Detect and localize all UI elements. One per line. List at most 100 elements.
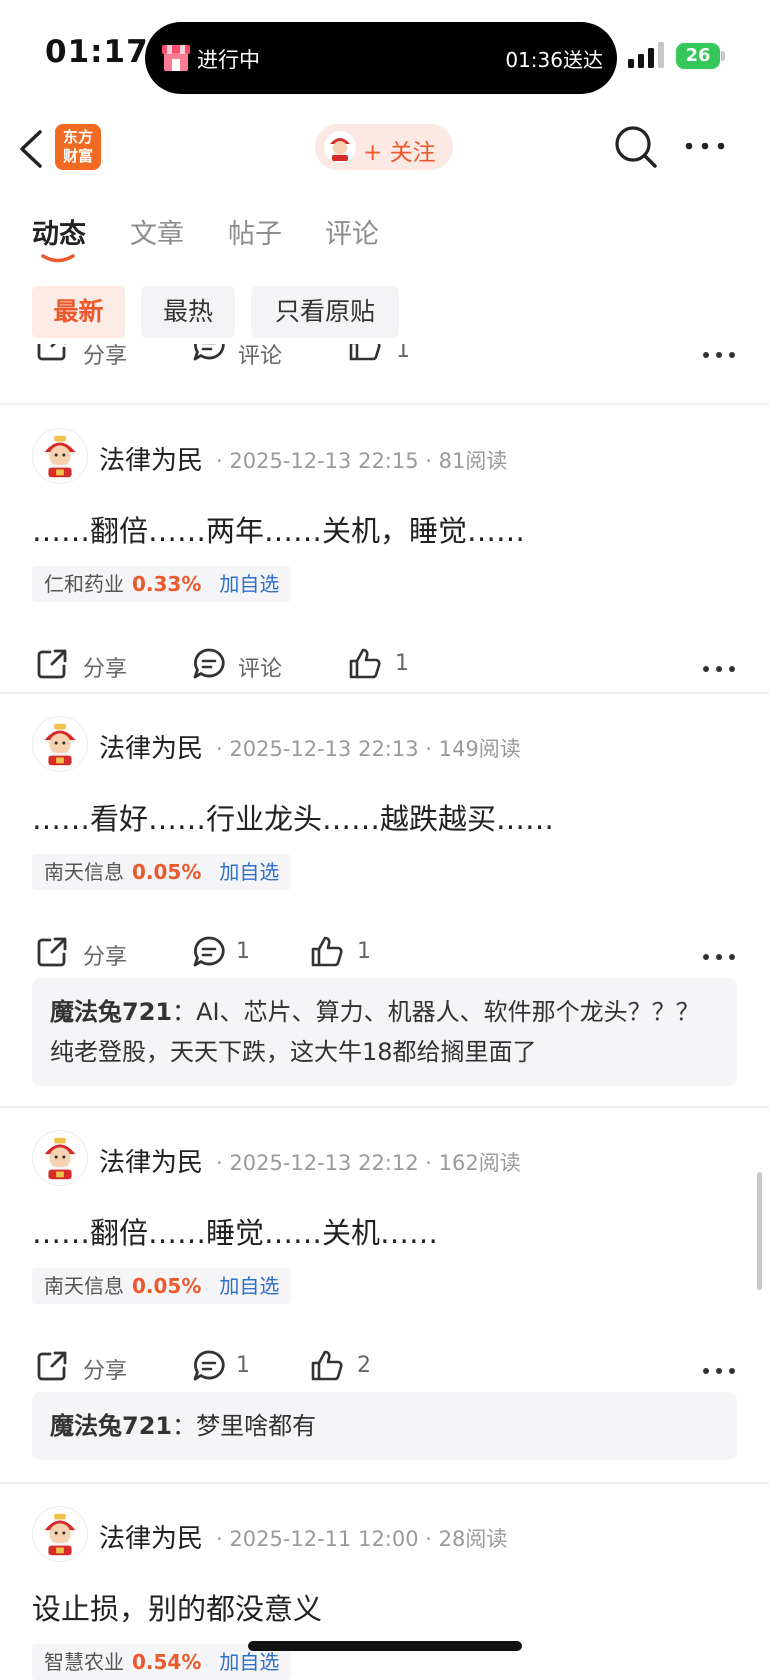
comment-icon[interactable] xyxy=(191,646,227,682)
stock-name: 仁和药业 xyxy=(44,572,124,596)
reply-preview[interactable]: 魔法兔721：AI、芯片、算力、机器人、软件那个龙头？？？ 纯老登股，天天下跌，… xyxy=(32,978,737,1086)
comment-label[interactable]: 评论 xyxy=(238,651,282,683)
stock-change: 0.54% xyxy=(132,1650,202,1674)
battery-indicator: 26 xyxy=(676,43,720,69)
comment-label[interactable]: 1 xyxy=(236,939,250,964)
filter-original-only[interactable]: 只看原贴 xyxy=(251,286,399,338)
meta-separator: · xyxy=(418,737,439,761)
battery-tip xyxy=(721,51,725,61)
post-username[interactable]: 法律为民 xyxy=(99,728,203,765)
like-count: 1 xyxy=(396,344,410,363)
share-label: 分享 xyxy=(83,344,128,369)
signal-icon xyxy=(628,42,664,68)
avatar[interactable] xyxy=(32,1506,88,1562)
add-watchlist-button[interactable]: 加自选 xyxy=(219,1274,279,1298)
post-content[interactable]: ……看好……行业龙头……越跌越买…… xyxy=(32,796,554,838)
comment-label[interactable]: 1 xyxy=(236,1353,250,1378)
like-icon[interactable] xyxy=(309,934,345,970)
post-reads: 28阅读 xyxy=(438,1527,508,1551)
reply-text: 梦里啥都有 xyxy=(196,1412,317,1440)
back-icon[interactable] xyxy=(16,128,46,170)
more-icon[interactable] xyxy=(702,659,736,672)
search-icon[interactable] xyxy=(613,124,659,170)
stock-change: 0.05% xyxy=(132,860,202,884)
tab-posts[interactable]: 帖子 xyxy=(228,212,282,251)
follow-label: + 关注 xyxy=(363,140,436,166)
like-count: 1 xyxy=(357,939,371,964)
share-label[interactable]: 分享 xyxy=(83,651,127,683)
add-watchlist-button[interactable]: 加自选 xyxy=(219,860,279,884)
eta-label: 01:36送达 xyxy=(505,48,603,72)
meta-separator: · xyxy=(418,1527,439,1551)
post-content[interactable]: ……翻倍……睡觉……关机…… xyxy=(32,1210,438,1252)
reply-username[interactable]: 魔法兔721 xyxy=(50,1412,172,1440)
reply-preview[interactable]: 魔法兔721：梦里啥都有 xyxy=(32,1392,737,1460)
post-content[interactable]: 设止损，别的都没意义 xyxy=(32,1586,322,1628)
store-icon xyxy=(162,45,190,71)
like-count: 1 xyxy=(395,651,409,676)
post-username[interactable]: 法律为民 xyxy=(99,440,203,477)
share-icon[interactable] xyxy=(34,934,70,970)
more-icon[interactable] xyxy=(702,947,736,960)
avatar-icon xyxy=(324,131,356,163)
stock-tag[interactable]: 仁和药业 0.33% 加自选 xyxy=(32,566,292,602)
dynamic-island[interactable]: 进行中 01:36送达 xyxy=(145,22,617,94)
home-indicator[interactable] xyxy=(248,1641,522,1651)
more-icon[interactable] xyxy=(702,350,736,360)
share-label[interactable]: 分享 xyxy=(83,1353,127,1385)
stock-change: 0.33% xyxy=(132,572,202,596)
post-meta: · 2025-12-13 22:12 · 162阅读 xyxy=(216,1147,521,1177)
like-count: 2 xyxy=(357,1353,371,1378)
tab-active-indicator xyxy=(41,254,75,263)
stock-name: 南天信息 xyxy=(44,1274,124,1298)
tab-comments[interactable]: 评论 xyxy=(325,212,379,251)
reply-username[interactable]: 魔法兔721 xyxy=(50,998,172,1026)
post-username[interactable]: 法律为民 xyxy=(99,1518,203,1555)
scrollbar[interactable] xyxy=(757,1172,762,1290)
tab-articles[interactable]: 文章 xyxy=(130,212,184,251)
stock-tag[interactable]: 南天信息 0.05% 加自选 xyxy=(32,854,292,890)
follow-button[interactable]: + 关注 xyxy=(315,124,453,170)
post-meta: · 2025-12-13 22:15 · 81阅读 xyxy=(216,445,507,475)
post-date: 2025-12-13 22:12 xyxy=(229,1151,419,1175)
post-username[interactable]: 法律为民 xyxy=(99,1142,203,1179)
avatar[interactable] xyxy=(32,428,88,484)
filter-latest[interactable]: 最新 xyxy=(32,286,125,338)
add-watchlist-button[interactable]: 加自选 xyxy=(219,1650,279,1674)
comment-icon[interactable] xyxy=(191,934,227,970)
app-logo[interactable]: 东方 财富 xyxy=(55,124,101,170)
partial-post-actions: 分享 评论 1 xyxy=(0,344,769,378)
post-date: 2025-12-13 22:15 xyxy=(229,449,419,473)
stock-tag[interactable]: 南天信息 0.05% 加自选 xyxy=(32,1268,292,1304)
more-icon[interactable] xyxy=(683,134,727,158)
like-icon[interactable] xyxy=(347,646,383,682)
comment-icon[interactable] xyxy=(191,1348,227,1384)
avatar[interactable] xyxy=(32,716,88,772)
status-time: 01:17 xyxy=(45,34,149,70)
more-icon[interactable] xyxy=(702,1361,736,1374)
tab-dynamic[interactable]: 动态 xyxy=(32,212,86,251)
share-icon[interactable] xyxy=(34,1348,70,1384)
reply-colon: ： xyxy=(172,998,197,1026)
activity-label: 进行中 xyxy=(197,48,260,72)
comment-icon[interactable] xyxy=(191,344,227,364)
share-label[interactable]: 分享 xyxy=(83,939,127,971)
post-meta: · 2025-12-13 22:13 · 149阅读 xyxy=(216,733,521,763)
filter-hot[interactable]: 最热 xyxy=(141,286,235,338)
stock-name: 智慧农业 xyxy=(44,1650,124,1674)
meta-separator: · xyxy=(216,449,230,473)
post-content[interactable]: ……翻倍……两年……关机，睡觉…… xyxy=(32,508,525,550)
like-icon[interactable] xyxy=(347,344,383,364)
meta-separator: · xyxy=(418,1151,439,1175)
share-icon[interactable] xyxy=(34,344,70,364)
like-icon[interactable] xyxy=(309,1348,345,1384)
post-reads: 162阅读 xyxy=(438,1151,521,1175)
divider xyxy=(0,403,769,405)
stock-name: 南天信息 xyxy=(44,860,124,884)
add-watchlist-button[interactable]: 加自选 xyxy=(219,572,279,596)
post-meta: · 2025-12-11 12:00 · 28阅读 xyxy=(216,1523,507,1553)
share-icon[interactable] xyxy=(34,646,70,682)
avatar[interactable] xyxy=(32,1130,88,1186)
post-date: 2025-12-11 12:00 xyxy=(229,1527,419,1551)
divider xyxy=(0,1482,769,1484)
